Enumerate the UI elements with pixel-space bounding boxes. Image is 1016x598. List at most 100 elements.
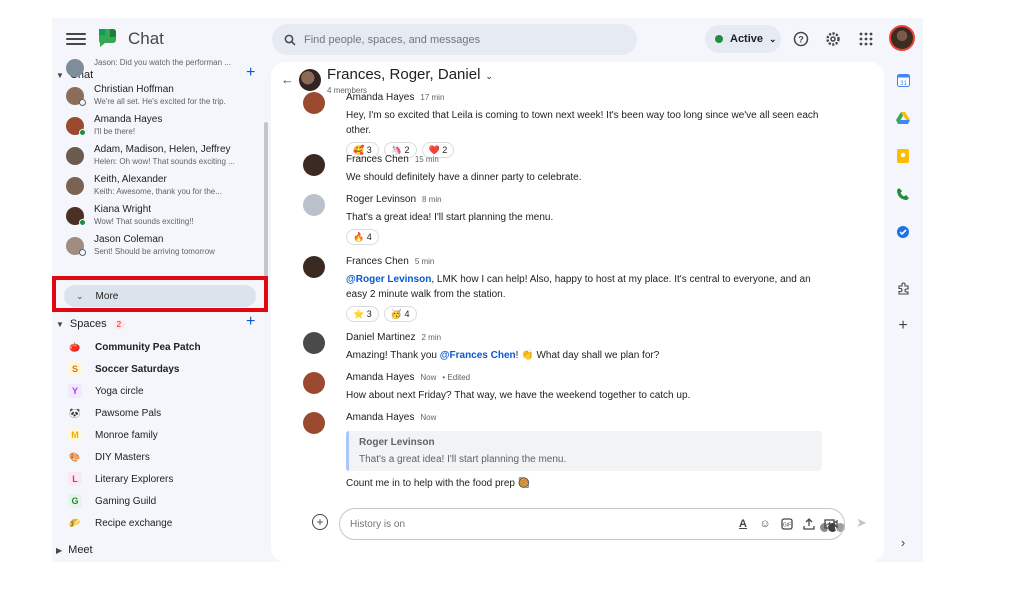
space-item[interactable]: 🌮 Recipe exchange <box>60 513 260 533</box>
dm-preview: Jason: Did you watch the performan ... <box>94 58 231 67</box>
dm-preview: Helen: Oh wow! That sounds exciting ... <box>94 157 235 166</box>
space-item[interactable]: S Soccer Saturdays <box>60 359 260 379</box>
space-name: Soccer Saturdays <box>95 363 180 375</box>
meet-section-header[interactable]: ▶ Meet <box>56 544 93 556</box>
presence-indicator <box>79 129 86 136</box>
message-text: We should definitely have a dinner party… <box>346 170 831 185</box>
timestamp: 15 min <box>414 155 439 164</box>
mention-chip[interactable]: @Frances Chen <box>440 350 516 361</box>
meet-section-title: Meet <box>68 544 93 556</box>
search-input[interactable] <box>304 33 624 46</box>
calendar-icon[interactable]: 31 <box>895 72 911 88</box>
new-space-plus-icon[interactable]: + <box>246 313 255 331</box>
voice-icon[interactable] <box>895 186 911 202</box>
space-name: Monroe family <box>95 429 158 441</box>
account-avatar[interactable] <box>889 25 915 51</box>
avatar[interactable] <box>303 256 325 278</box>
expand-panel-icon[interactable]: › <box>895 534 911 550</box>
space-name: Pawsome Pals <box>95 407 162 419</box>
presence-indicator <box>79 249 86 256</box>
back-arrow-icon[interactable]: ← <box>281 72 294 87</box>
avatar <box>66 117 86 136</box>
presence-indicator <box>79 219 86 226</box>
message: Amanda Hayes 17 min Hey, I'm so excited th… <box>303 92 831 158</box>
space-item[interactable]: 🐼 Pawsome Pals <box>60 403 260 423</box>
video-add-icon[interactable] <box>822 515 840 533</box>
dm-list-item[interactable]: Amanda Hayes I'll be there! <box>60 114 260 142</box>
conversation-title[interactable]: Frances, Roger, Daniel ⌄ <box>327 66 493 83</box>
more-label: More <box>95 290 119 302</box>
spaces-section-header[interactable]: ▼ Spaces 2 <box>56 318 126 330</box>
send-icon[interactable]: ➤ <box>856 515 867 531</box>
space-name: Yoga circle <box>95 385 144 397</box>
space-name: Literary Explorers <box>95 473 174 485</box>
settings-icon[interactable] <box>823 29 843 49</box>
space-item[interactable]: G Gaming Guild <box>60 491 260 511</box>
sidebar-scrollbar[interactable] <box>264 122 268 292</box>
message: Amanda Hayes Now • Edited How about next Fr… <box>303 372 831 403</box>
search-bar[interactable] <box>272 24 637 55</box>
dm-list-item[interactable]: Jason: Did you watch the performan ... <box>60 56 260 84</box>
dm-list-item[interactable]: Christian Hoffman We're all set. He's exc… <box>60 84 260 112</box>
reaction-chip[interactable]: ⭐ 3 <box>346 306 379 322</box>
message-input[interactable] <box>350 518 730 530</box>
dm-list-item[interactable]: Kiana Wright Wow! That sounds exciting!! <box>60 204 260 232</box>
drive-icon[interactable] <box>895 110 911 126</box>
reaction-emoji: 🔥 <box>353 231 365 242</box>
chat-logo-icon <box>99 29 116 47</box>
space-item[interactable]: L Literary Explorers <box>60 469 260 489</box>
gif-icon[interactable]: GIF <box>778 515 796 533</box>
edited-label: • Edited <box>442 373 471 382</box>
space-item[interactable]: 🍅 Community Pea Patch <box>60 337 260 357</box>
tasks-icon[interactable] <box>895 224 911 240</box>
dm-list-item[interactable]: Adam, Madison, Helen, Jeffrey Helen: Oh w… <box>60 144 260 172</box>
timestamp: 17 min <box>420 93 445 102</box>
dm-preview: Keith: Awesome, thank you for the... <box>94 187 222 196</box>
main-menu-button[interactable] <box>66 30 86 48</box>
sidebar: ▼ Chat + Jason: Did you watch the perfor… <box>52 58 270 562</box>
chevron-down-icon: ⌄ <box>485 71 493 81</box>
avatar[interactable] <box>303 154 325 176</box>
reaction-chip[interactable]: 🔥 4 <box>346 229 379 245</box>
more-button[interactable]: ⌄ More <box>64 285 256 307</box>
emoji-icon[interactable]: ☺ <box>756 515 774 533</box>
space-icon: 🐼 <box>69 407 81 418</box>
reaction-row: 🔥 4 <box>346 229 831 245</box>
format-text-icon[interactable]: A <box>734 515 752 533</box>
dm-name: Kiana Wright <box>94 204 152 215</box>
addons-icon[interactable] <box>895 280 911 296</box>
quoted-message[interactable]: Roger Levinson That's a great idea! I'll … <box>346 431 822 471</box>
dm-preview: I'll be there! <box>94 127 136 136</box>
sender-name: Amanda Hayes <box>346 372 415 383</box>
space-item[interactable]: M Monroe family <box>60 425 260 445</box>
help-icon[interactable]: ? <box>791 29 811 49</box>
mention-chip[interactable]: @Roger Levinson <box>346 274 431 285</box>
reaction-emoji: 🥳 <box>390 308 402 319</box>
dm-list-item[interactable]: Jason Coleman Sent! Should be arriving to… <box>60 234 260 262</box>
avatar[interactable] <box>303 92 325 114</box>
message-text-part: Count me in to help with the food prep 🥘 <box>346 478 531 489</box>
space-item[interactable]: Y Yoga circle <box>60 381 260 401</box>
reaction-count: 3 <box>366 309 372 319</box>
avatar <box>66 87 86 106</box>
avatar[interactable] <box>303 332 325 354</box>
message-text-part: How about next Friday? That way, we have… <box>346 390 691 401</box>
avatar[interactable] <box>303 194 325 216</box>
chevron-down-icon: ⌄ <box>76 290 84 301</box>
avatar[interactable] <box>303 412 325 434</box>
status-dropdown[interactable]: Active ⌄ <box>705 25 781 53</box>
space-item[interactable]: 🎨 DIY Masters <box>60 447 260 467</box>
apps-icon[interactable] <box>856 29 876 49</box>
dm-list-item[interactable]: Keith, Alexander Keith: Awesome, thank yo… <box>60 174 260 202</box>
reaction-chip[interactable]: 🥳 4 <box>383 306 417 322</box>
plus-icon[interactable]: + <box>895 317 911 334</box>
message-composer[interactable]: A ☺ GIF <box>339 508 845 540</box>
reaction-emoji: ⭐ <box>353 308 365 319</box>
spaces-section-title: Spaces <box>69 318 107 330</box>
upload-icon[interactable] <box>800 515 818 533</box>
keep-icon[interactable] <box>895 148 911 164</box>
space-icon: 🌮 <box>69 517 81 528</box>
add-icon[interactable]: + <box>312 514 328 530</box>
avatar[interactable] <box>303 372 325 394</box>
highlight-box: ⌄ More <box>52 276 268 312</box>
